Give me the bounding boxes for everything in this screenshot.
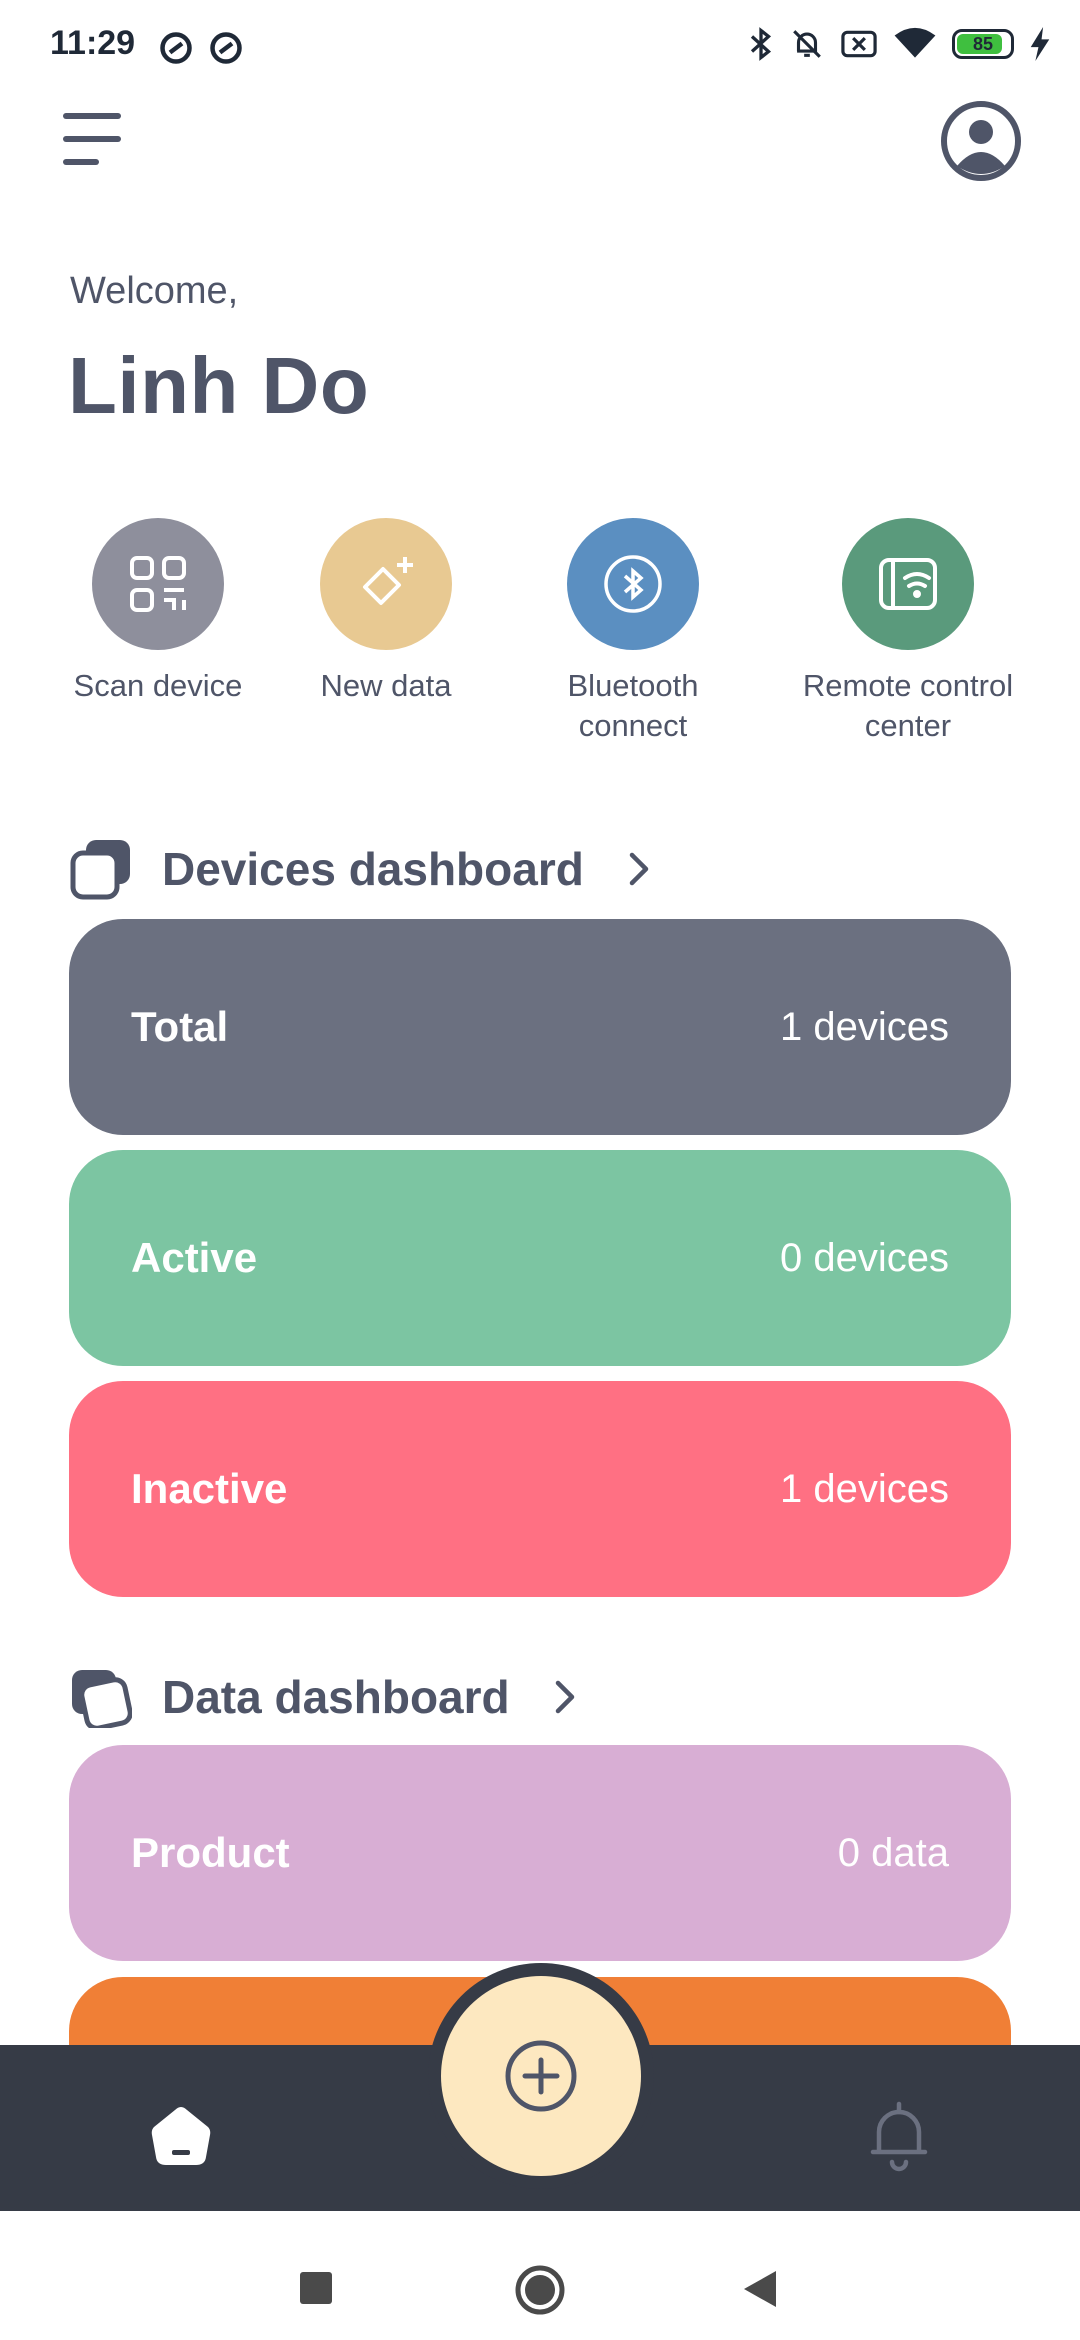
menu-button[interactable] bbox=[62, 110, 122, 168]
scan-device-circle bbox=[92, 518, 224, 650]
remote-control-circle bbox=[842, 518, 974, 650]
chevron-right-icon[interactable] bbox=[624, 849, 654, 889]
system-navigation-bar bbox=[0, 2211, 1080, 2340]
card-value: 0 devices bbox=[780, 1235, 949, 1280]
bluetooth-connect-circle bbox=[567, 518, 699, 650]
remote-icon bbox=[879, 558, 937, 610]
remote-control-label: Remote control center bbox=[802, 668, 1014, 743]
recents-icon[interactable] bbox=[300, 2272, 332, 2304]
user-name: Linh Do bbox=[68, 341, 370, 430]
status-bar: 11:29 85 bbox=[0, 0, 1080, 96]
scan-device-label: Scan device bbox=[73, 668, 243, 703]
profile-button[interactable] bbox=[940, 100, 1022, 182]
bell-icon bbox=[870, 2101, 928, 2172]
home-icon bbox=[151, 2107, 211, 2165]
active-devices-card[interactable]: Active 0 devices bbox=[69, 1150, 1011, 1366]
bluetooth-connect-label: Bluetooth connect bbox=[567, 668, 699, 743]
home-circle-icon[interactable] bbox=[514, 2264, 566, 2316]
bell-off-icon bbox=[793, 30, 821, 58]
card-value: 1 devices bbox=[780, 1004, 949, 1049]
new-data-icon bbox=[363, 557, 413, 605]
data-dashboard-title: Data dashboard bbox=[162, 1671, 510, 1723]
wifi-icon bbox=[894, 27, 936, 58]
bluetooth-connect-button[interactable]: Bluetooth connect bbox=[533, 518, 733, 746]
at-sign-icon bbox=[160, 32, 192, 64]
status-time: 11:29 bbox=[50, 24, 136, 62]
card-label: Active bbox=[131, 1234, 258, 1281]
devices-dashboard-icon bbox=[70, 840, 130, 900]
bluetooth-icon bbox=[604, 555, 662, 613]
card-value: 0 data bbox=[837, 1830, 949, 1875]
card-label: Inactive bbox=[131, 1465, 288, 1512]
remote-control-button[interactable]: Remote control center bbox=[803, 518, 1013, 746]
back-icon[interactable] bbox=[742, 2269, 778, 2309]
profile-icon bbox=[941, 101, 1021, 181]
status-notification-icons bbox=[158, 30, 244, 66]
data-dashboard-header[interactable]: Data dashboard bbox=[70, 1666, 580, 1728]
charging-icon bbox=[1030, 27, 1050, 61]
card-value: 1 devices bbox=[780, 1466, 949, 1511]
scan-device-button[interactable]: Scan device bbox=[58, 518, 258, 706]
status-system-icons: 85 bbox=[748, 26, 1050, 62]
qr-scan-icon bbox=[130, 556, 186, 612]
card-label: Product bbox=[131, 1829, 290, 1876]
nav-home-button[interactable] bbox=[148, 2103, 214, 2169]
new-data-button[interactable]: New data bbox=[286, 518, 486, 706]
new-data-label: New data bbox=[320, 668, 452, 703]
add-button[interactable] bbox=[441, 1976, 641, 2176]
add-circle-icon bbox=[505, 2040, 577, 2112]
menu-icon bbox=[63, 113, 121, 165]
sim-off-icon bbox=[841, 30, 877, 58]
product-data-card[interactable]: Product 0 data bbox=[69, 1745, 1011, 1961]
battery-level: 85 bbox=[972, 33, 994, 54]
card-label: Total bbox=[131, 1003, 229, 1050]
inactive-devices-card[interactable]: Inactive 1 devices bbox=[69, 1381, 1011, 1597]
welcome-text: Welcome, bbox=[70, 270, 239, 312]
battery-icon: 85 bbox=[952, 29, 1014, 59]
devices-dashboard-title: Devices dashboard bbox=[162, 843, 584, 895]
data-dashboard-icon bbox=[72, 1670, 132, 1728]
chevron-right-icon[interactable] bbox=[550, 1677, 580, 1717]
nav-notifications-button[interactable] bbox=[866, 2100, 932, 2172]
bluetooth-status-icon bbox=[750, 27, 772, 61]
new-data-circle bbox=[320, 518, 452, 650]
at-sign-icon bbox=[210, 32, 242, 64]
devices-dashboard-header[interactable]: Devices dashboard bbox=[70, 838, 654, 900]
total-devices-card[interactable]: Total 1 devices bbox=[69, 919, 1011, 1135]
